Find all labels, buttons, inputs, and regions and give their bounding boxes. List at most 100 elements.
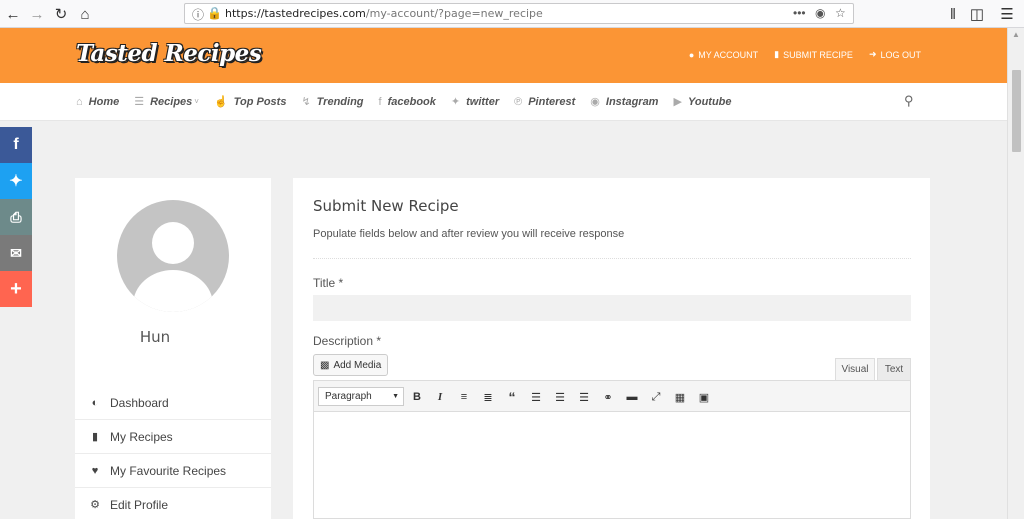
align-left-icon[interactable]: ☰ [527, 388, 545, 406]
user-name: Hun [139, 328, 171, 346]
nav-top-posts[interactable]: ☝ Top Posts [213, 95, 287, 109]
title-input[interactable] [313, 295, 911, 321]
site-logo[interactable]: Tasted Recipes [76, 40, 262, 67]
page-scrollbar[interactable]: ▲ [1007, 28, 1024, 519]
nav-instagram-label: Instagram [605, 95, 659, 108]
bookmark-star-icon[interactable]: ☆ [835, 6, 846, 20]
share-sidebar: f ✦ ⎙ ✉ + [0, 127, 32, 307]
align-center-icon[interactable]: ☰ [551, 388, 569, 406]
link-icon[interactable]: ⚭ [599, 388, 617, 406]
url-path: /my-account/?page=new_recipe [365, 7, 543, 20]
menu-icon[interactable]: ☰ [996, 3, 1018, 25]
log-out-label: LOG OUT [880, 49, 921, 60]
numbered-list-icon[interactable]: ≣ [479, 388, 497, 406]
description-editor[interactable] [313, 412, 911, 519]
main-nav: ⌂ Home ☰ Recipes ˅ ☝ Top Posts ↯ Trending f fa… [0, 83, 1007, 121]
share-email-icon[interactable]: ✉ [0, 235, 32, 271]
signout-icon: ➜ [868, 49, 877, 59]
cutlery-icon: ☰ [134, 96, 145, 108]
editor-toolbar: Paragraph ▼ B I ≡ ≣ “ ☰ ☰ ☰ ⚭ ▬ ⤢ ▦ ▣ [313, 380, 911, 412]
description-label: Description * [313, 334, 382, 348]
nav-home[interactable]: ⌂ Home [76, 95, 119, 108]
chevron-down-icon: ˅ [194, 97, 199, 106]
book-icon: ▮ [774, 49, 780, 59]
forward-icon[interactable]: → [26, 3, 48, 25]
lock-icon[interactable]: 🔒 [207, 6, 222, 20]
pocket-icon[interactable]: ◉ [815, 6, 825, 20]
chevron-down-icon: ▼ [392, 393, 399, 400]
log-out-link[interactable]: ➜ LOG OUT [869, 49, 921, 60]
scroll-up-icon[interactable]: ▲ [1012, 30, 1020, 39]
browser-toolbar: ← → ↻ ⌂ ⓘ 🔒 https://tastedrecipes.com/my… [0, 0, 1024, 28]
search-icon[interactable]: ⚲ [904, 93, 914, 109]
submit-recipe-form: Submit New Recipe Populate fields below … [293, 178, 930, 519]
nav-pinterest-label: Pinterest [528, 95, 576, 108]
nav-trending[interactable]: ↯ Trending [301, 95, 364, 109]
page-actions-icon[interactable]: ••• [793, 6, 806, 20]
form-subtitle: Populate fields below and after review y… [313, 228, 625, 240]
info-icon[interactable]: ⓘ [192, 6, 204, 23]
italic-icon[interactable]: I [431, 388, 449, 406]
menu-favourites[interactable]: ♥ My Favourite Recipes [75, 454, 271, 488]
nav-recipes[interactable]: ☰ Recipes ˅ [134, 95, 199, 109]
tab-visual[interactable]: Visual [835, 358, 875, 380]
nav-youtube-label: Youtube [687, 95, 732, 108]
format-select-value: Paragraph [325, 391, 372, 402]
submit-recipe-link[interactable]: ▮ SUBMIT RECIPE [774, 49, 853, 60]
bolt-icon: ↯ [301, 96, 311, 108]
my-account-link[interactable]: ● MY ACCOUNT [689, 49, 758, 60]
fullscreen-icon[interactable]: ⤢ [647, 388, 665, 406]
home-icon: ⌂ [76, 95, 83, 108]
heart-icon: ♥ [91, 464, 99, 477]
url-bar[interactable]: ⓘ 🔒 https://tastedrecipes.com/my-account… [184, 3, 854, 24]
nav-pinterest[interactable]: ℗ Pinterest [514, 95, 575, 108]
share-print-icon[interactable]: ⎙ [0, 199, 32, 235]
nav-instagram[interactable]: ◉ Instagram [590, 95, 659, 109]
user-icon: ● [688, 49, 695, 60]
tab-text[interactable]: Text [877, 358, 911, 380]
toolbar-toggle-icon[interactable]: ▦ [671, 388, 689, 406]
dashboard-icon: ◐ [91, 396, 99, 409]
format-select[interactable]: Paragraph ▼ [318, 387, 404, 406]
nav-top-posts-label: Top Posts [233, 95, 287, 108]
nav-home-label: Home [88, 95, 120, 108]
home-icon[interactable]: ⌂ [74, 3, 96, 25]
library-icon[interactable]: ‖ [942, 3, 964, 25]
add-media-label: Add Media [333, 359, 382, 371]
share-facebook-icon[interactable]: f [0, 127, 32, 163]
back-icon[interactable]: ← [2, 3, 24, 25]
nav-facebook[interactable]: f facebook [379, 95, 436, 108]
menu-my-recipes[interactable]: ▮ My Recipes [75, 420, 271, 454]
profile-card: Hun ◐ Dashboard ▮ My Recipes ♥ My Favourite… [75, 178, 271, 519]
form-divider [313, 258, 911, 259]
url-host: https://tastedrecipes.com [225, 7, 366, 20]
align-right-icon[interactable]: ☰ [575, 388, 593, 406]
my-account-label: MY ACCOUNT [698, 49, 759, 60]
sidebar-icon[interactable]: ◫ [966, 3, 988, 25]
nav-youtube[interactable]: ▶ Youtube [673, 95, 732, 109]
scroll-thumb[interactable] [1012, 70, 1021, 152]
avatar-body [133, 270, 213, 312]
nav-recipes-label: Recipes [150, 95, 193, 108]
read-more-icon[interactable]: ▬ [623, 388, 641, 406]
url-text[interactable]: https://tastedrecipes.com/my-account/?pa… [225, 7, 543, 20]
blockquote-icon[interactable]: “ [503, 388, 521, 406]
menu-edit-profile[interactable]: ⚙ Edit Profile [75, 488, 271, 519]
add-media-button[interactable]: ▩ Add Media [313, 354, 389, 376]
twitter-icon: ✦ [450, 96, 461, 108]
thumbs-up-icon: ☝ [213, 96, 228, 108]
image-icon[interactable]: ▣ [695, 388, 713, 406]
reload-icon[interactable]: ↻ [50, 3, 72, 25]
menu-dashboard[interactable]: ◐ Dashboard [75, 386, 271, 420]
bullet-list-icon[interactable]: ≡ [455, 388, 473, 406]
bold-icon[interactable]: B [408, 388, 426, 406]
nav-trending-label: Trending [316, 95, 364, 108]
nav-facebook-label: facebook [387, 95, 436, 108]
nav-twitter-label: twitter [466, 95, 500, 108]
menu-edit-profile-label: Edit Profile [110, 497, 169, 512]
share-twitter-icon[interactable]: ✦ [0, 163, 32, 199]
header-links: ● MY ACCOUNT ▮ SUBMIT RECIPE ➜ LOG OUT [689, 49, 921, 60]
nav-twitter[interactable]: ✦ twitter [450, 95, 500, 109]
share-more-icon[interactable]: + [0, 271, 32, 307]
title-label: Title * [313, 276, 344, 290]
